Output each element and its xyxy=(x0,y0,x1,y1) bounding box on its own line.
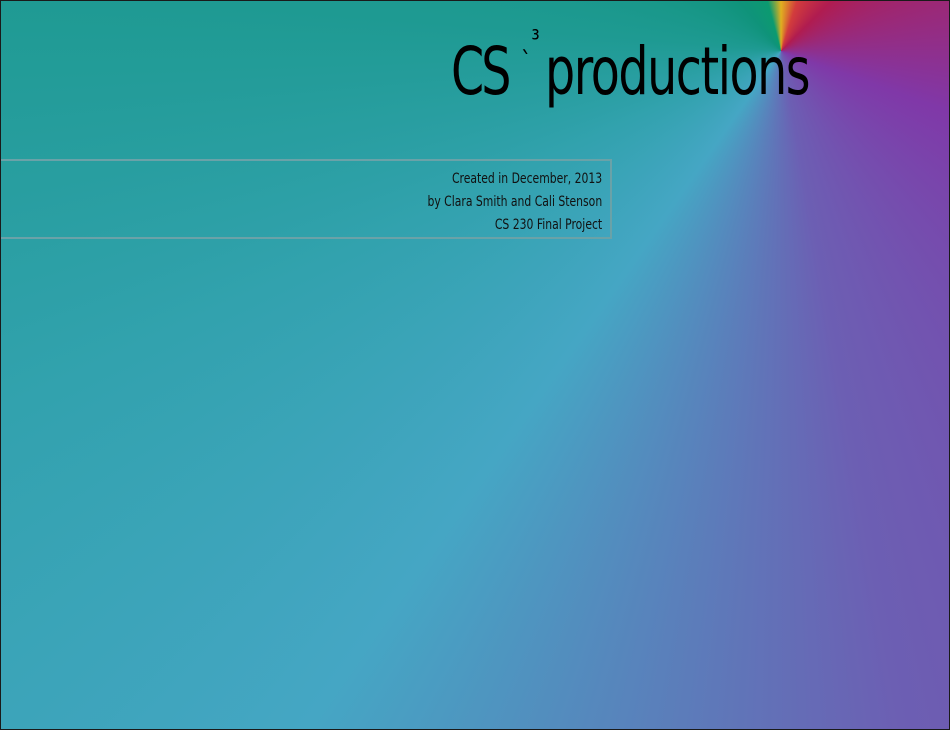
credits-panel: Created in December, 2013 by Clara Smith… xyxy=(1,159,612,239)
credit-project: CS 230 Final Project xyxy=(494,217,602,233)
logo-cs-text: CS xyxy=(451,33,511,110)
logo-superscript: ˎ³ xyxy=(521,25,540,55)
gradient-background: CS ˎ³ productions Created in December, 2… xyxy=(0,0,950,730)
credit-authors: by Clara Smith and Cali Stenson xyxy=(427,194,602,210)
credits-text: Created in December, 2013 by Clara Smith… xyxy=(427,168,602,237)
logo-productions-text: productions xyxy=(545,33,811,110)
credit-created-date: Created in December, 2013 xyxy=(451,171,602,187)
